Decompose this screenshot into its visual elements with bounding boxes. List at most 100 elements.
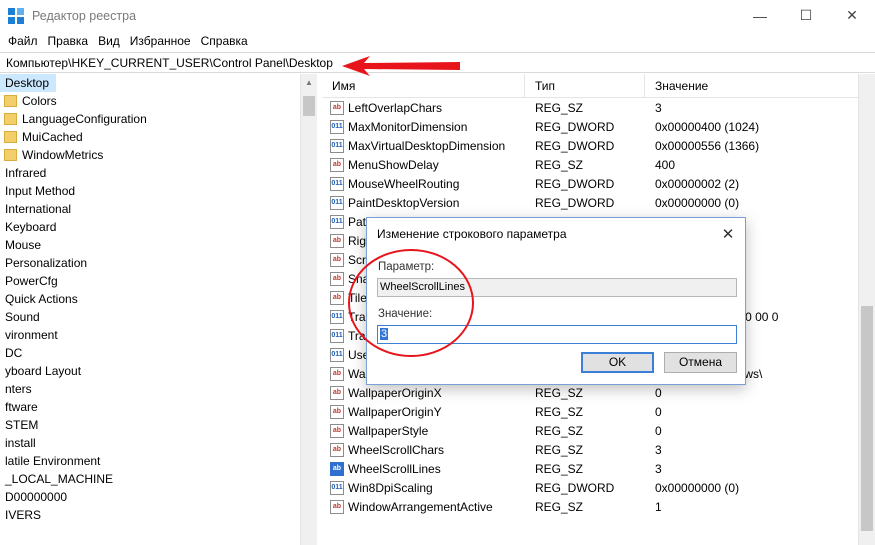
menu-bar: Файл Правка Вид Избранное Справка xyxy=(0,31,875,51)
title-bar: Редактор реестра — ☐ ✕ xyxy=(0,0,875,31)
value-data-cell: 3 xyxy=(655,442,662,457)
tree-item[interactable]: Colors xyxy=(0,92,316,110)
value-name: MaxMonitorDimension xyxy=(348,119,468,134)
value-type-cell: REG_SZ xyxy=(535,442,584,457)
value-name-cell: ab WheelScrollLines xyxy=(322,461,525,476)
string-value-icon: ab xyxy=(330,499,344,514)
dialog-close-icon[interactable]: ✕ xyxy=(717,224,739,246)
minimize-button[interactable]: — xyxy=(737,0,783,31)
folder-icon xyxy=(4,95,17,107)
folder-icon xyxy=(4,131,17,143)
string-value-icon: ab xyxy=(330,100,344,115)
red-circle-annotation xyxy=(348,249,474,357)
value-row[interactable]: ab WheelScrollLines REG_SZ 3 xyxy=(322,459,865,478)
tree-item-label: Input Method xyxy=(5,184,76,198)
tree-item[interactable]: latile Environment xyxy=(0,452,316,470)
value-row[interactable]: ab WindowArrangementActive REG_SZ 1 xyxy=(322,497,865,516)
column-header-type[interactable]: Тип xyxy=(525,74,645,98)
menu-edit[interactable]: Правка xyxy=(43,34,94,48)
value-name-cell: ab MenuShowDelay xyxy=(322,157,525,172)
value-type-cell: REG_SZ xyxy=(535,461,584,476)
tree-item[interactable]: Infrared xyxy=(0,164,316,182)
tree-item[interactable]: Desktop xyxy=(0,74,56,92)
tree-item-label: _LOCAL_MACHINE xyxy=(5,472,114,486)
tree-item-label: ftware xyxy=(5,400,38,414)
value-name-cell: ab LeftOverlapChars xyxy=(322,100,525,115)
value-name-cell: 011 MaxMonitorDimension xyxy=(322,119,525,134)
value-name-cell: 011 MouseWheelRouting xyxy=(322,176,525,191)
binary-value-icon: 011 xyxy=(330,309,344,324)
tree-item[interactable]: ftware xyxy=(0,398,316,416)
value-row[interactable]: ab WallpaperStyle REG_SZ 0 xyxy=(322,421,865,440)
value-row[interactable]: 011 PaintDesktopVersion REG_DWORD 0x0000000… xyxy=(322,193,865,212)
tree-item[interactable]: install xyxy=(0,434,316,452)
value-row[interactable]: 011 MaxVirtualDesktopDimension REG_DWORD 0x… xyxy=(322,136,865,155)
tree-item[interactable]: D00000000 xyxy=(0,488,316,506)
tree-item[interactable]: PowerCfg xyxy=(0,272,316,290)
string-value-icon: ab xyxy=(330,404,344,419)
column-header-value[interactable]: Значение xyxy=(645,74,858,98)
tree-item[interactable]: DC xyxy=(0,344,316,362)
menu-file[interactable]: Файл xyxy=(3,34,43,48)
value-name-cell: ab WindowArrangementActive xyxy=(322,499,525,514)
close-window-button[interactable]: ✕ xyxy=(829,0,875,31)
string-value-icon: ab xyxy=(330,271,344,286)
value-data-cell: 400 xyxy=(655,157,676,172)
value-data-cell: 3 xyxy=(655,100,662,115)
tree-item[interactable]: WindowMetrics xyxy=(0,146,316,164)
tree-scrollbar[interactable]: ▲ xyxy=(300,74,317,545)
folder-icon xyxy=(4,149,17,161)
value-row[interactable]: ab WallpaperOriginY REG_SZ 0 xyxy=(322,402,865,421)
tree-item[interactable]: MuiCached xyxy=(0,128,316,146)
tree-item[interactable]: Sound xyxy=(0,308,316,326)
tree-item[interactable]: STEM xyxy=(0,416,316,434)
value-row[interactable]: ab WheelScrollChars REG_SZ 3 xyxy=(322,440,865,459)
tree-item[interactable]: nters xyxy=(0,380,316,398)
value-row[interactable]: ab MenuShowDelay REG_SZ 400 xyxy=(322,155,865,174)
tree-item[interactable]: _LOCAL_MACHINE xyxy=(0,470,316,488)
string-value-icon: ab xyxy=(330,442,344,457)
value-type-cell: REG_SZ xyxy=(535,499,584,514)
scroll-up-arrow-icon[interactable]: ▲ xyxy=(301,74,317,92)
tree-item[interactable]: Mouse xyxy=(0,236,316,254)
tree-item-label: vironment xyxy=(5,328,58,342)
column-header-name[interactable]: Имя xyxy=(322,74,525,98)
binary-value-icon: 011 xyxy=(330,195,344,210)
tree-item-label: nters xyxy=(5,382,32,396)
maximize-button[interactable]: ☐ xyxy=(783,0,829,31)
regedit-app-icon xyxy=(8,7,24,24)
value-row[interactable]: 011 MouseWheelRouting REG_DWORD 0x00000002 … xyxy=(322,174,865,193)
value-name: MouseWheelRouting xyxy=(348,176,460,191)
value-row[interactable]: 011 MaxMonitorDimension REG_DWORD 0x0000040… xyxy=(322,117,865,136)
value-name-cell: ab WallpaperOriginY xyxy=(322,404,525,419)
menu-help[interactable]: Справка xyxy=(196,34,253,48)
value-row[interactable]: ab WallpaperOriginX REG_SZ 0 xyxy=(322,383,865,402)
value-name: MaxVirtualDesktopDimension xyxy=(348,138,506,153)
ok-button[interactable]: OK xyxy=(581,352,654,373)
string-value-icon: ab xyxy=(330,423,344,438)
menu-favorites[interactable]: Избранное xyxy=(125,34,196,48)
tree-item-label: Desktop xyxy=(5,76,50,90)
tree-item[interactable]: International xyxy=(0,200,316,218)
tree-item[interactable]: Keyboard xyxy=(0,218,316,236)
value-name: WallpaperOriginY xyxy=(348,404,442,419)
tree-item-label: DC xyxy=(5,346,23,360)
tree-item[interactable]: Personalization xyxy=(0,254,316,272)
registry-key-tree[interactable]: Desktop Colors LanguageConfiguration MuiCac… xyxy=(0,74,317,545)
tree-item-label: latile Environment xyxy=(5,454,101,468)
tree-scroll-thumb[interactable] xyxy=(303,96,315,116)
menu-view[interactable]: Вид xyxy=(93,34,125,48)
list-scroll-thumb[interactable] xyxy=(861,306,873,531)
tree-item[interactable]: Input Method xyxy=(0,182,316,200)
tree-item[interactable]: LanguageConfiguration xyxy=(0,110,316,128)
value-row[interactable]: 011 Win8DpiScaling REG_DWORD 0x00000000 (0) xyxy=(322,478,865,497)
value-row[interactable]: ab LeftOverlapChars REG_SZ 3 xyxy=(322,98,865,117)
binary-value-icon: 011 xyxy=(330,176,344,191)
tree-item[interactable]: vironment xyxy=(0,326,316,344)
tree-item[interactable]: IVERS xyxy=(0,506,316,524)
tree-item[interactable]: Quick Actions xyxy=(0,290,316,308)
list-scrollbar[interactable] xyxy=(858,74,875,545)
tree-item[interactable]: yboard Layout xyxy=(0,362,316,380)
binary-value-icon: 011 xyxy=(330,347,344,362)
cancel-button[interactable]: Отмена xyxy=(664,352,737,373)
